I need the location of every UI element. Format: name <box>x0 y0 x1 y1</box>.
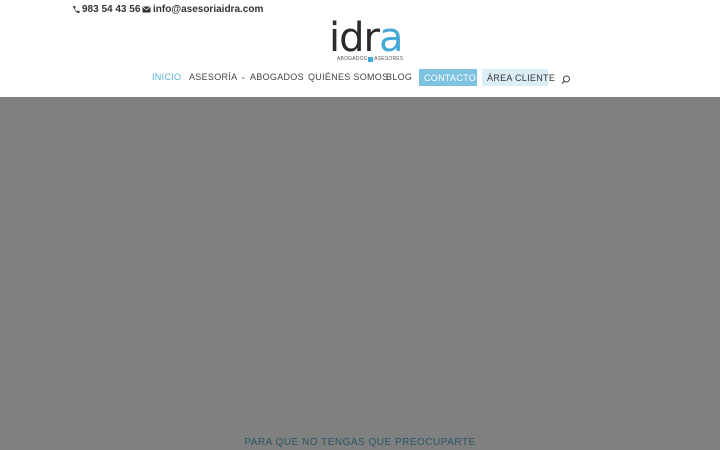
logo-word-dark: idr <box>329 15 380 61</box>
logo-tag-left: ABOGADOS <box>337 56 368 62</box>
nav-item-abogados[interactable]: ABOGADOS <box>250 72 304 82</box>
email-address: info@asesoriaidra.com <box>153 4 264 15</box>
nav-item-inicio[interactable]: INICIO <box>152 72 181 82</box>
phone-link[interactable]: 983 54 43 56 <box>72 4 140 15</box>
logo-tag-right: ASESORES <box>374 56 404 62</box>
chevron-down-icon: ⌄ <box>240 74 247 81</box>
site-logo[interactable]: idra ABOGADOS ASESORES <box>325 16 405 68</box>
phone-icon <box>72 5 80 14</box>
nav-item-asesoria-label: ASESORÍA <box>189 72 238 82</box>
search-icon[interactable] <box>560 73 572 85</box>
nav-item-asesoria[interactable]: ASESORÍA ⌄ <box>189 72 247 82</box>
contacto-button[interactable]: CONTACTO <box>419 69 477 86</box>
nav-item-blog[interactable]: BLOG <box>386 72 412 82</box>
email-link[interactable]: info@asesoriaidra.com <box>142 4 263 15</box>
main-nav: INICIO ASESORÍA ⌄ ABOGADOS QUIÉNES SOMOS… <box>0 68 720 90</box>
logo-wordmark: idra <box>329 15 403 61</box>
nav-item-quienes-somos[interactable]: QUIÉNES SOMOS <box>308 72 388 82</box>
logo-word-blue: a <box>378 15 403 61</box>
area-cliente-button[interactable]: ÁREA CLIENTE <box>482 69 555 86</box>
envelope-icon <box>142 6 151 13</box>
hero-tagline: PARA QUE NO TENGAS QUE PREOCUPARTE <box>244 437 476 448</box>
hero-banner: PARA QUE NO TENGAS QUE PREOCUPARTE <box>0 97 720 450</box>
phone-number: 983 54 43 56 <box>82 4 141 15</box>
logo-square-icon <box>368 56 374 62</box>
logo-tagline: ABOGADOS ASESORES <box>337 56 403 62</box>
